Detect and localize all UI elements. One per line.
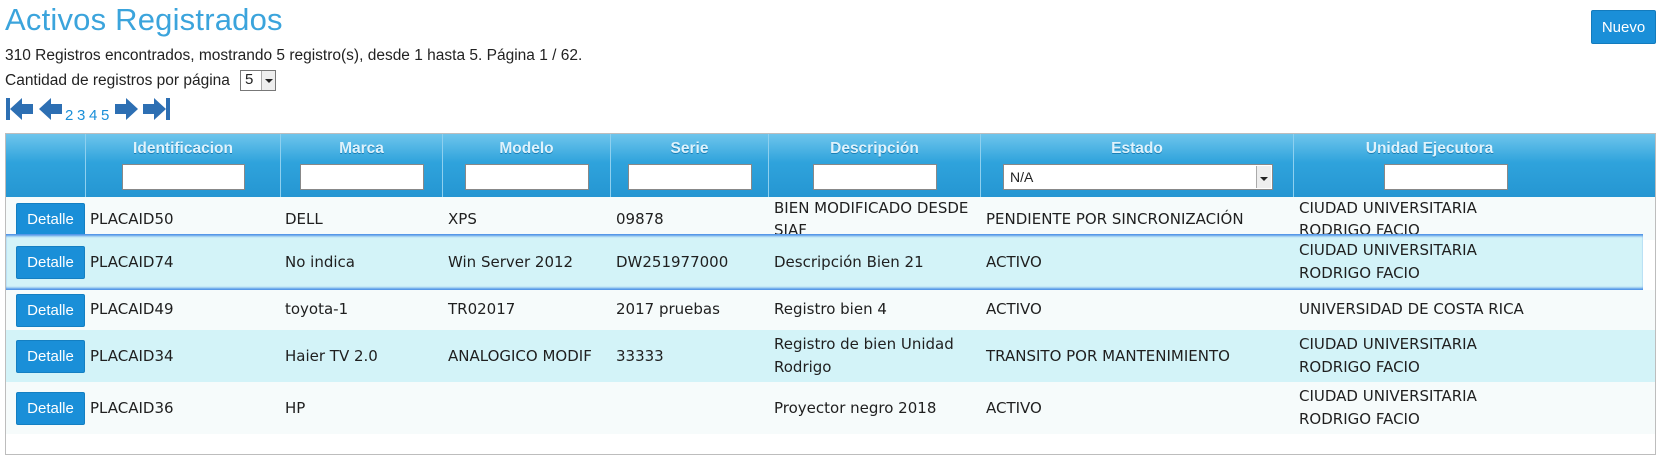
cell-serie: 33333 — [616, 347, 664, 365]
filter-estado-value: N/A — [1010, 169, 1034, 185]
detail-button[interactable]: Detalle — [16, 392, 85, 425]
cell-modelo: ANALOGICO MODIF — [448, 347, 592, 365]
cell-descripcion: Descripción Bien 21 — [774, 253, 924, 271]
cell-descripcion-line2: Rodrigo — [774, 358, 832, 376]
filter-unidad[interactable] — [1384, 164, 1508, 190]
detail-button[interactable]: Detalle — [16, 294, 85, 327]
cell-identificacion: PLACAID74 — [90, 253, 174, 271]
filter-modelo[interactable] — [465, 164, 589, 190]
cell-unidad-line1: CIUDAD UNIVERSITARIA — [1299, 241, 1477, 259]
table-row[interactable]: Detalle PLACAID49 toyota-1 TR02017 2017 … — [6, 290, 1655, 330]
filter-estado-select[interactable]: N/A — [1003, 164, 1273, 190]
table-row[interactable]: Detalle PLACAID34 Haier TV 2.0 ANALOGICO… — [6, 330, 1655, 382]
page-link-5[interactable]: 5 — [101, 107, 109, 124]
per-page-value: 5 — [245, 71, 254, 88]
cell-serie: DW251977000 — [616, 253, 729, 271]
cell-unidad: UNIVERSIDAD DE COSTA RICA — [1299, 300, 1524, 318]
cell-marca: No indica — [285, 253, 355, 271]
detail-button[interactable]: Detalle — [16, 340, 85, 373]
cell-serie: 09878 — [616, 210, 664, 228]
cell-modelo: XPS — [448, 210, 477, 228]
header-serie-label: Serie — [670, 140, 709, 157]
cell-estado: TRANSITO POR MANTENIMIENTO — [986, 347, 1230, 365]
cell-marca: Haier TV 2.0 — [285, 347, 378, 365]
detail-button[interactable]: Detalle — [16, 246, 85, 279]
page-title: Activos Registrados — [5, 2, 283, 37]
cell-unidad-line2: RODRIGO FACIO — [1299, 358, 1420, 376]
header-unidad: Unidad Ejecutora — [1294, 134, 1655, 197]
cell-unidad-line2: RODRIGO FACIO — [1299, 410, 1420, 428]
cell-unidad-line1: CIUDAD UNIVERSITARIA — [1299, 199, 1477, 217]
cell-marca: toyota-1 — [285, 300, 349, 318]
header-modelo: Modelo — [443, 134, 611, 197]
table-header: Identificacion Marca Modelo Serie Descri… — [6, 134, 1655, 197]
header-identificacion-label: Identificacion — [133, 140, 233, 157]
cell-identificacion: PLACAID50 — [90, 210, 174, 228]
cell-unidad-line1: CIUDAD UNIVERSITARIA — [1299, 335, 1477, 353]
header-marca: Marca — [281, 134, 443, 197]
page-link-4[interactable]: 4 — [89, 107, 97, 124]
page-link-3[interactable]: 3 — [77, 107, 85, 124]
cell-estado: ACTIVO — [986, 300, 1042, 318]
prev-page-icon[interactable] — [38, 96, 64, 122]
cell-descripcion: Proyector negro 2018 — [774, 399, 937, 417]
cell-modelo: TR02017 — [448, 300, 516, 318]
table-row[interactable]: Detalle PLACAID36 HP Proyector negro 201… — [6, 382, 1655, 434]
header-unidad-label: Unidad Ejecutora — [1365, 140, 1494, 157]
cell-modelo: Win Server 2012 — [448, 253, 574, 271]
per-page-select[interactable]: 5 — [240, 70, 276, 91]
cell-estado: ACTIVO — [986, 253, 1042, 271]
cell-unidad-line2: RODRIGO FACIO — [1299, 264, 1420, 282]
filter-marca[interactable] — [300, 164, 424, 190]
table-row[interactable]: Detalle PLACAID74 No indica Win Server 2… — [6, 234, 1643, 290]
next-page-icon[interactable] — [113, 96, 139, 122]
per-page-label: Cantidad de registros por página — [5, 72, 230, 89]
last-page-icon[interactable] — [141, 96, 171, 122]
cell-descripcion-line1: BIEN MODIFICADO DESDE — [774, 199, 969, 217]
filter-descripcion[interactable] — [813, 164, 937, 190]
cell-estado: ACTIVO — [986, 399, 1042, 417]
header-descripcion-label: Descripción — [830, 140, 919, 157]
assets-table: Identificacion Marca Modelo Serie Descri… — [5, 133, 1656, 455]
header-estado: Estado N/A — [981, 134, 1294, 197]
filter-identificacion[interactable] — [122, 164, 245, 190]
cell-marca: HP — [285, 399, 306, 417]
cell-identificacion: PLACAID36 — [90, 399, 174, 417]
cell-descripcion-line1: Registro de bien Unidad — [774, 335, 954, 353]
cell-serie: 2017 pruebas — [616, 300, 720, 318]
header-serie: Serie — [611, 134, 769, 197]
page-link-2[interactable]: 2 — [65, 107, 73, 124]
header-descripcion: Descripción — [769, 134, 981, 197]
chevron-down-icon — [261, 71, 275, 90]
cell-estado: PENDIENTE POR SINCRONIZACIÓN — [986, 210, 1244, 228]
header-modelo-label: Modelo — [499, 140, 554, 157]
cell-descripcion: Registro bien 4 — [774, 300, 887, 318]
cell-identificacion: PLACAID49 — [90, 300, 174, 318]
detail-button[interactable]: Detalle — [16, 203, 85, 236]
chevron-down-icon — [1256, 166, 1271, 188]
filter-serie[interactable] — [628, 164, 752, 190]
cell-unidad-line1: CIUDAD UNIVERSITARIA — [1299, 387, 1477, 405]
header-actions — [6, 134, 86, 197]
cell-identificacion: PLACAID34 — [90, 347, 174, 365]
records-summary: 310 Registros encontrados, mostrando 5 r… — [5, 47, 583, 64]
new-button[interactable]: Nuevo — [1591, 10, 1656, 44]
first-page-icon[interactable] — [5, 96, 35, 122]
cell-marca: DELL — [285, 210, 323, 228]
header-estado-label: Estado — [1111, 140, 1163, 157]
header-identificacion: Identificacion — [86, 134, 281, 197]
header-marca-label: Marca — [339, 140, 384, 157]
